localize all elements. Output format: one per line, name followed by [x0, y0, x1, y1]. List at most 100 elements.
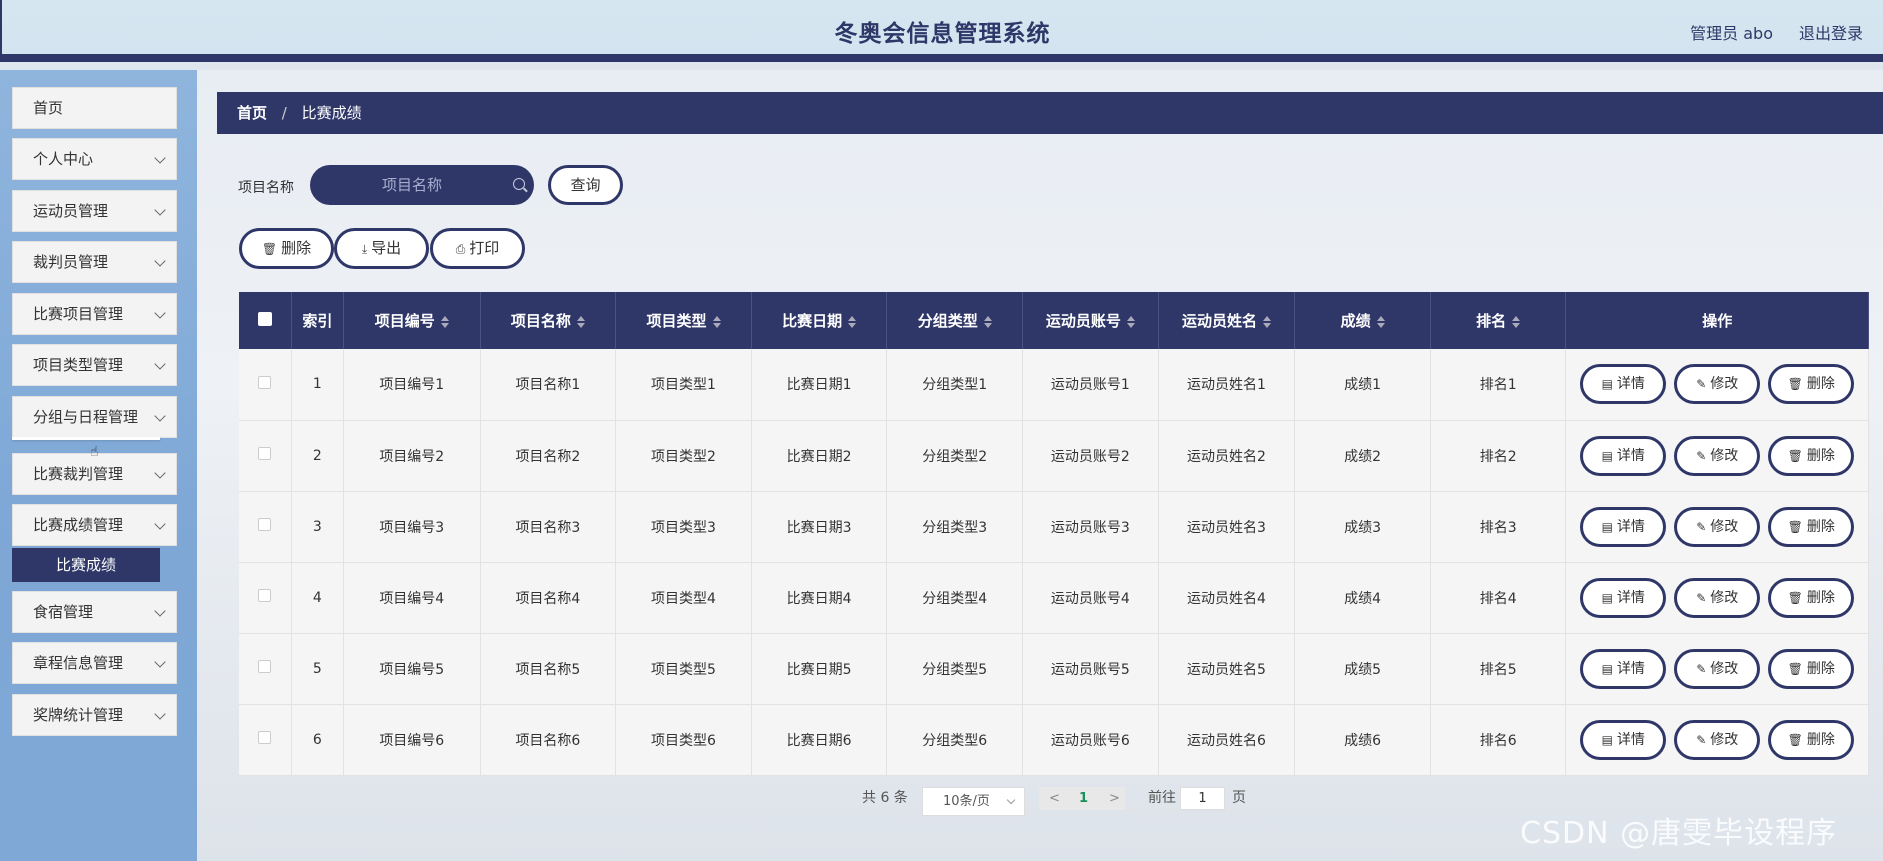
detail-button[interactable]: ▤ 详情: [1580, 364, 1667, 405]
table-cell: 项目编号6: [343, 704, 481, 776]
row-checkbox[interactable]: [258, 375, 272, 389]
row-checkbox[interactable]: [258, 660, 272, 673]
batch-delete-label: 删除: [281, 239, 312, 257]
sort-icon[interactable]: [983, 315, 992, 328]
sidebar-item-referee-management[interactable]: 裁判员管理: [12, 241, 177, 283]
row-checkbox[interactable]: [258, 589, 272, 602]
edit-button[interactable]: ✎ 修改: [1674, 435, 1761, 476]
column-header-rank[interactable]: 排名: [1430, 292, 1567, 349]
sidebar-item-lodging-management[interactable]: 食宿管理: [12, 591, 177, 633]
export-button[interactable]: ⤓ 导出: [334, 228, 429, 269]
table-cell: 项目名称2: [480, 420, 617, 492]
search-input[interactable]: [310, 165, 534, 205]
table-cell: 运动员姓名1: [1158, 349, 1296, 421]
edit-button[interactable]: ✎ 修改: [1674, 648, 1761, 689]
batch-delete-button[interactable]: 🗑 删除: [239, 228, 334, 269]
detail-label: 详情: [1616, 660, 1645, 677]
sort-icon[interactable]: [1126, 315, 1135, 328]
table-cell: 分组类型2: [886, 420, 1024, 492]
table-cell: 项目编号2: [343, 420, 481, 492]
sort-icon[interactable]: [440, 315, 449, 328]
sidebar-item-match-score-management[interactable]: 比赛成绩管理: [12, 504, 177, 546]
sidebar-item-medal-stats-management[interactable]: 奖牌统计管理: [12, 694, 177, 736]
sidebar-item-event-management[interactable]: 比赛项目管理: [12, 293, 177, 335]
detail-button[interactable]: ▤ 详情: [1580, 648, 1667, 689]
table-cell: 项目编号4: [343, 562, 481, 634]
row-select-cell[interactable]: [239, 562, 292, 634]
row-actions: ▤ 详情 ✎ 修改 🗑 删除: [1565, 349, 1869, 421]
next-page-icon[interactable]: >: [1109, 787, 1120, 810]
detail-button[interactable]: ▤ 详情: [1580, 577, 1667, 618]
delete-button[interactable]: 🗑 删除: [1768, 506, 1855, 547]
row-select-cell[interactable]: [239, 704, 292, 776]
column-header-match-date[interactable]: 比赛日期: [751, 292, 888, 349]
detail-button[interactable]: ▤ 详情: [1580, 435, 1667, 476]
sidebar-item-athlete-management[interactable]: 运动员管理: [12, 190, 177, 232]
edit-button[interactable]: ✎ 修改: [1674, 577, 1761, 618]
document-icon: ▤: [1601, 732, 1613, 747]
detail-button[interactable]: ▤ 详情: [1580, 506, 1667, 547]
sidebar-subitem-match-score[interactable]: 比赛成绩: [12, 548, 160, 582]
edit-button[interactable]: ✎ 修改: [1674, 506, 1761, 547]
column-header-score[interactable]: 成绩: [1294, 292, 1431, 349]
column-header-athlete-name[interactable]: 运动员姓名: [1158, 292, 1296, 349]
sort-icon[interactable]: [848, 315, 857, 328]
delete-button[interactable]: 🗑 删除: [1768, 648, 1855, 689]
row-select-cell[interactable]: [239, 633, 292, 705]
document-icon: ▤: [1601, 590, 1613, 605]
sort-icon[interactable]: [1262, 315, 1271, 328]
table-cell: 运动员姓名5: [1158, 633, 1296, 705]
row-checkbox[interactable]: [258, 518, 272, 531]
sort-icon[interactable]: [576, 315, 585, 328]
table-cell: 项目编号1: [343, 349, 481, 421]
page-size-select[interactable]: 10条/页: [922, 787, 1025, 816]
goto-page-input[interactable]: 1: [1180, 787, 1225, 810]
table-cell: 项目名称3: [480, 491, 617, 563]
row-select-cell[interactable]: [239, 349, 292, 421]
column-header-group-type[interactable]: 分组类型: [886, 292, 1024, 349]
print-button[interactable]: ⎙ 打印: [430, 228, 525, 269]
sidebar-item-label: 裁判员管理: [33, 253, 109, 271]
edit-button[interactable]: ✎ 修改: [1674, 364, 1761, 405]
delete-button[interactable]: 🗑 删除: [1768, 577, 1855, 618]
row-checkbox[interactable]: [258, 731, 272, 744]
select-all-header[interactable]: [239, 292, 292, 349]
sort-icon[interactable]: [1512, 315, 1521, 328]
sidebar-item-home[interactable]: 首页: [12, 87, 177, 129]
search-icon: [513, 178, 525, 190]
query-button[interactable]: 查询: [548, 165, 623, 205]
row-actions: ▤ 详情 ✎ 修改 🗑 删除: [1565, 491, 1869, 563]
edit-label: 修改: [1710, 589, 1739, 606]
select-all-checkbox[interactable]: [257, 311, 272, 326]
sidebar-item-group-schedule-management[interactable]: 分组与日程管理: [12, 396, 177, 438]
row-select-cell[interactable]: [239, 420, 292, 492]
column-header-event-name[interactable]: 项目名称: [480, 292, 617, 349]
chevron-down-icon: [154, 204, 166, 216]
sort-icon[interactable]: [1376, 315, 1385, 328]
row-select-cell[interactable]: [239, 491, 292, 563]
column-header-event-code[interactable]: 项目编号: [343, 292, 481, 349]
sidebar-item-charter-management[interactable]: 章程信息管理: [12, 642, 177, 684]
detail-button[interactable]: ▤ 详情: [1580, 719, 1667, 760]
column-header-event-type[interactable]: 项目类型: [615, 292, 752, 349]
row-actions: ▤ 详情 ✎ 修改 🗑 删除: [1565, 562, 1869, 634]
delete-button[interactable]: 🗑 删除: [1768, 435, 1855, 476]
sidebar-item-label: 比赛裁判管理: [33, 465, 124, 483]
breadcrumb-home[interactable]: 首页: [237, 104, 267, 122]
edit-button[interactable]: ✎ 修改: [1674, 719, 1761, 760]
delete-label: 删除: [1806, 731, 1835, 748]
delete-button[interactable]: 🗑 删除: [1768, 364, 1855, 405]
column-header-athlete-account[interactable]: 运动员账号: [1022, 292, 1159, 349]
sidebar-item-personal-center[interactable]: 个人中心: [12, 138, 177, 180]
logout-link[interactable]: 退出登录: [1799, 20, 1863, 44]
sort-icon[interactable]: [712, 315, 721, 328]
sidebar-item-event-type-management[interactable]: 项目类型管理: [12, 344, 177, 386]
row-checkbox[interactable]: [258, 447, 272, 460]
goto-label: 前往: [1148, 790, 1176, 806]
pagination-total: 共 6 条: [862, 790, 908, 806]
prev-page-icon[interactable]: <: [1049, 787, 1060, 810]
sidebar-item-label: 食宿管理: [33, 603, 94, 621]
delete-button[interactable]: 🗑 删除: [1768, 719, 1855, 760]
current-page[interactable]: 1: [1079, 787, 1088, 810]
chevron-down-icon: [154, 605, 166, 617]
